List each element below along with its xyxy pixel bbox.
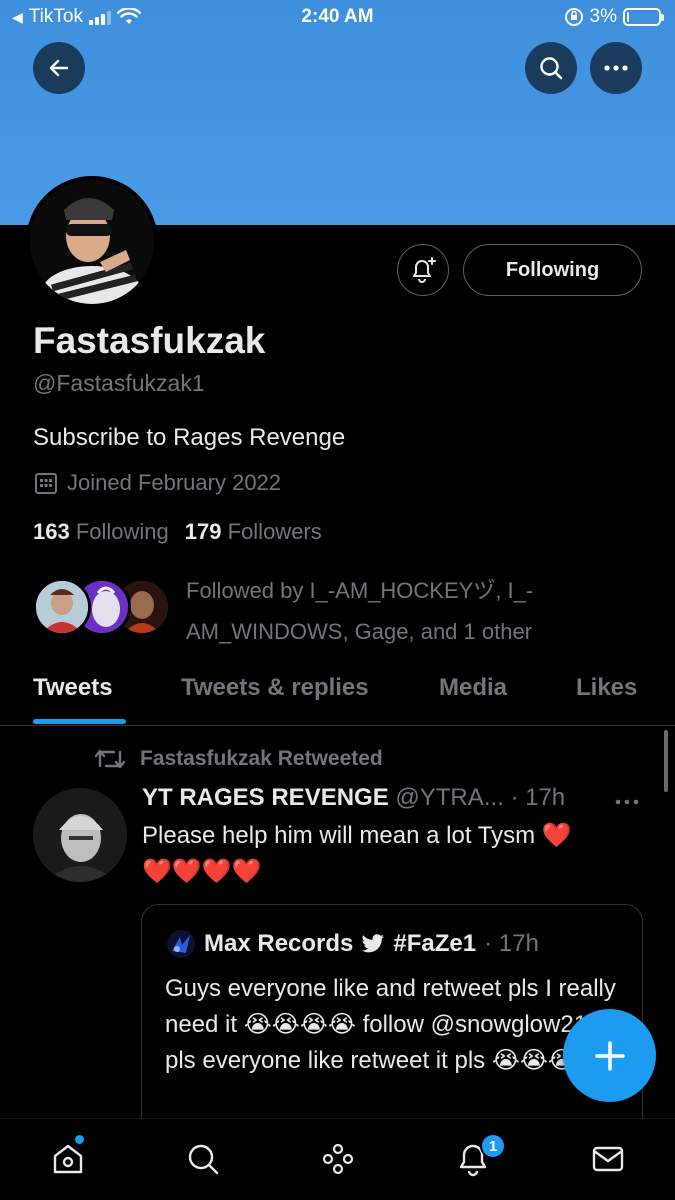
- nav-spaces[interactable]: [318, 1139, 358, 1179]
- bottom-navigation: 1: [0, 1118, 675, 1200]
- orientation-lock-icon: [564, 8, 583, 26]
- tab-likes[interactable]: Likes: [576, 674, 637, 702]
- battery-icon: [623, 8, 664, 26]
- calendar-icon: [35, 473, 57, 494]
- joined-date: Joined February 2022: [33, 470, 281, 496]
- follower-avatar-1: [33, 578, 91, 636]
- battery-percent: 3%: [589, 6, 617, 27]
- following-count-link[interactable]: 163 Following: [33, 519, 169, 545]
- more-icon: [615, 799, 639, 805]
- retweet-indicator: Fastasfukzak Retweeted: [94, 746, 383, 772]
- tweet-hearts-line: ❤️❤️❤️❤️: [142, 858, 262, 885]
- avatar-image: [30, 180, 154, 304]
- user-handle: @Fastasfukzak1: [33, 370, 205, 396]
- following-label: Following: [75, 519, 169, 544]
- display-name: Fastasfukzak: [33, 320, 266, 361]
- search-button[interactable]: [525, 42, 577, 94]
- active-tab-indicator: [33, 719, 126, 724]
- tweet-body: Please help him will mean a lot Tysm: [142, 822, 536, 849]
- more-options-button[interactable]: [590, 42, 642, 94]
- nav-home[interactable]: [48, 1139, 88, 1179]
- tweet-avatar-image: [33, 788, 127, 882]
- tweet-heart-inline: ❤️: [541, 822, 572, 849]
- nav-explore[interactable]: [183, 1139, 223, 1179]
- followed-by-avatars[interactable]: [33, 578, 173, 638]
- tweet-text: Please help him will mean a lot Tysm ❤️ …: [142, 818, 642, 890]
- tweet-author-handle[interactable]: @YTRA...: [395, 784, 503, 811]
- messages-icon: [592, 1146, 624, 1172]
- explore-icon: [188, 1144, 219, 1175]
- joined-text: Joined February 2022: [67, 470, 282, 495]
- quoted-author-tag: #FaZe1: [393, 930, 477, 957]
- following-count: 163: [33, 519, 70, 544]
- tweet-author-name[interactable]: YT RAGES REVENGE: [142, 784, 389, 811]
- tab-tweets-replies[interactable]: Tweets & replies: [181, 674, 369, 702]
- nav-messages[interactable]: [588, 1139, 628, 1179]
- profile-tabs: Tweets Tweets & replies Media Likes: [0, 662, 675, 726]
- quoted-tweet-header: Max Records #FaZe1 · 17h: [166, 929, 539, 959]
- tab-tweets[interactable]: Tweets: [33, 674, 113, 702]
- more-icon: [604, 65, 628, 71]
- notify-bell-button[interactable]: [397, 244, 449, 296]
- search-icon: [540, 57, 563, 80]
- follow-counts: 163 Following 179 Followers: [33, 519, 322, 545]
- followers-count-link[interactable]: 179 Followers: [185, 519, 322, 545]
- twitter-bird-icon: [361, 934, 385, 953]
- bell-plus-icon: [413, 257, 436, 283]
- followers-count: 179: [184, 519, 222, 544]
- tweet-header: YT RAGES REVENGE @YTRA... · 17h: [142, 784, 565, 812]
- quoted-author-avatar: [167, 930, 195, 958]
- home-icon: [53, 1144, 83, 1174]
- profile-bio: Subscribe to Rages Revenge: [33, 424, 346, 451]
- followers-label: Followers: [227, 519, 322, 544]
- retweet-label: Fastasfukzak Retweeted: [140, 747, 383, 770]
- followed-by-text[interactable]: Followed by I_-AM_HOCKEYヅ, I_-AM_WINDOWS…: [186, 570, 606, 652]
- compose-tweet-button[interactable]: [563, 1009, 656, 1102]
- tab-media[interactable]: Media: [439, 674, 507, 702]
- tweet-author-avatar[interactable]: [33, 788, 127, 882]
- spaces-icon: [322, 1143, 354, 1175]
- back-arrow-icon: [49, 59, 69, 77]
- quoted-tweet-time: · 17h: [484, 930, 539, 957]
- tweet-time[interactable]: · 17h: [510, 784, 565, 811]
- scrollbar[interactable]: [664, 730, 668, 792]
- following-button[interactable]: Following: [463, 244, 642, 296]
- compose-plus-icon: [594, 1040, 625, 1071]
- status-bar: ◀ TikTok 2:40 AM 3%: [0, 0, 675, 36]
- profile-avatar[interactable]: [26, 176, 158, 308]
- back-button[interactable]: [33, 42, 85, 94]
- home-unread-dot: [75, 1135, 84, 1144]
- tweet-more-button[interactable]: [614, 786, 640, 812]
- notification-badge: 1: [480, 1133, 506, 1159]
- quoted-author-name[interactable]: Max Records: [204, 930, 353, 958]
- retweet-icon: [94, 749, 126, 769]
